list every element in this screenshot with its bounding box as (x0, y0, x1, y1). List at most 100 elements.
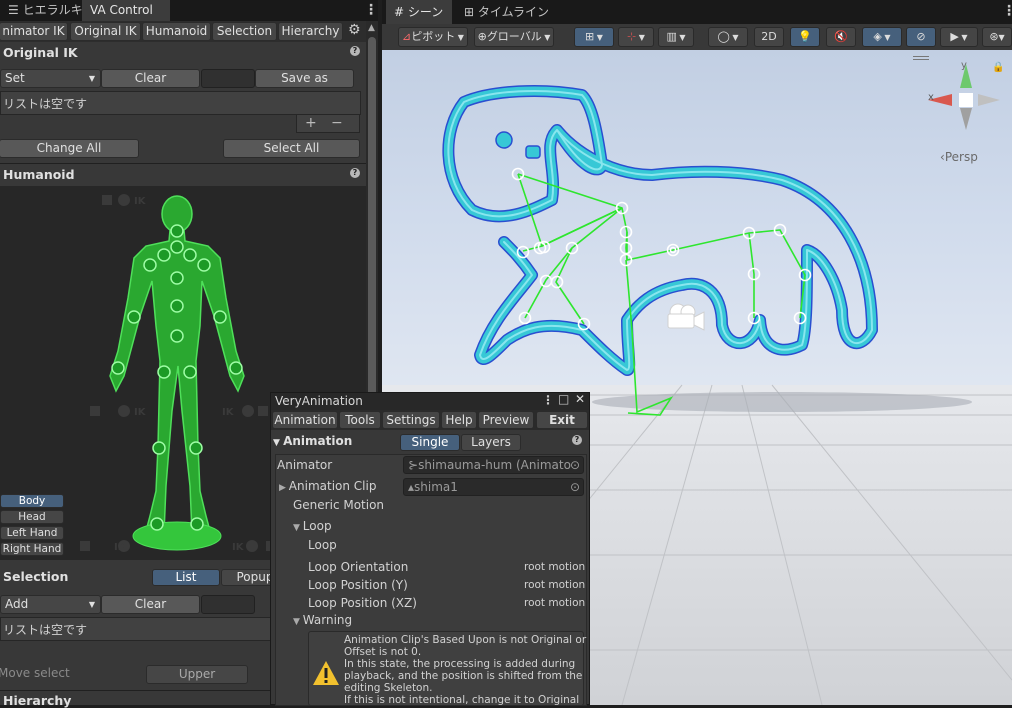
subtab-animator-ik[interactable]: nimator IK (0, 22, 68, 41)
original-ik-save-as-button[interactable]: Save as (255, 69, 354, 88)
dropdown-arrow-icon: ▼ (676, 33, 686, 42)
animation-section-header[interactable]: ▼ Animation (273, 434, 352, 448)
selection-list-button[interactable]: List (152, 569, 220, 586)
scene-visibility-toggle[interactable]: ⊘ (906, 27, 936, 47)
menu-help[interactable]: Help (441, 411, 477, 429)
left-tabbar: ☰ ヒエラルキー VA Control ⋮ (0, 0, 378, 21)
va-window-title: VeryAnimation (275, 394, 363, 408)
subtab-hierarchy[interactable]: Hierarchy (278, 22, 343, 41)
persp-label[interactable]: ‹Persp (940, 150, 978, 164)
hierarchy-title: Hierarchy (3, 693, 72, 708)
change-all-button[interactable]: Change All (0, 139, 139, 158)
gear-icon[interactable]: ⚙ (348, 22, 361, 38)
dropdown-arrow-icon: ▼ (88, 600, 95, 609)
original-ik-clear-button[interactable]: Clear (101, 69, 200, 88)
humanoid-body-button[interactable]: Body (0, 494, 64, 508)
camera-dropdown[interactable]: ▶ ▼ (940, 27, 978, 47)
layers-mode-button[interactable]: Layers (461, 434, 521, 451)
gizmo-x-label: x (928, 92, 934, 103)
exit-button[interactable]: Exit (536, 411, 588, 429)
help-icon[interactable]: ? (350, 168, 360, 178)
gizmo-icon: ⊛ (989, 30, 999, 43)
audio-mute-icon: 🔇 (834, 30, 848, 43)
subtab-selection[interactable]: Selection (212, 22, 277, 41)
animation-clip-field[interactable]: ▴shima1 ⊙ (403, 478, 584, 496)
menu-preview[interactable]: Preview (478, 411, 534, 429)
dropdown-arrow-icon: ▼ (594, 33, 603, 42)
more-options-icon[interactable]: ⋮ (1002, 3, 1012, 19)
add-icon[interactable]: + (305, 115, 317, 131)
generic-motion-label: Generic Motion (293, 498, 385, 512)
foldout-open-icon: ▼ (273, 438, 284, 448)
humanoid-head-button[interactable]: Head (0, 510, 64, 524)
snap-icon: ⊹ (627, 30, 637, 43)
drag-handle[interactable] (913, 56, 929, 60)
global-dropdown[interactable]: ⊕グローバル ▼ (474, 27, 554, 47)
list-icon: ☰ (8, 3, 23, 17)
tab-timeline[interactable]: ⊞ タイムライン (456, 0, 552, 24)
tab-scene[interactable]: # シーン (386, 0, 452, 24)
va-titlebar[interactable]: VeryAnimation ⋮ □ ✕ (271, 392, 589, 410)
foldout-open-icon: ▼ (293, 617, 303, 627)
camera-icon: ▶ (950, 30, 959, 43)
selection-add-dropdown[interactable]: Add ▼ (0, 595, 101, 614)
humanoid-left-hand-button[interactable]: Left Hand (0, 526, 64, 540)
lighting-toggle[interactable]: 💡 (790, 27, 820, 47)
humanoid-right-hand-button[interactable]: Right Hand (0, 542, 64, 556)
original-ik-name-field[interactable] (201, 69, 255, 88)
foldout-closed-icon: ▶ (279, 483, 289, 493)
svg-text:IK: IK (232, 542, 245, 553)
selection-clear-button[interactable]: Clear (101, 595, 200, 614)
grid-icon: ⊞ (585, 30, 595, 43)
remove-icon[interactable]: − (331, 115, 343, 131)
help-icon[interactable]: ? (572, 435, 582, 445)
lock-icon[interactable]: 🔒 (992, 62, 1004, 73)
grid-snap-toggle[interactable]: ⊞ ▼ (574, 27, 614, 47)
original-ik-set-dropdown[interactable]: Set ▼ (0, 69, 101, 88)
loop-orientation-value: root motion (524, 561, 586, 573)
shading-mode-dropdown[interactable]: ◯ ▼ (708, 27, 748, 47)
animator-object-field[interactable]: ⊱shimauma-hum (Animato ⊙ (403, 456, 584, 474)
loop-position-y-value: root motion (524, 579, 586, 591)
animation-clip-label[interactable]: ▶ Animation Clip (279, 479, 376, 493)
selection-title: Selection (3, 569, 69, 584)
tab-va-control[interactable]: VA Control (82, 0, 170, 21)
tab-hierarchy[interactable]: ☰ ヒエラルキー (0, 0, 95, 21)
warning-foldout[interactable]: ▼ Warning (293, 613, 352, 627)
more-options-icon[interactable]: ⋮ (364, 2, 378, 18)
subtab-original-ik[interactable]: Original IK (70, 22, 141, 41)
select-all-button[interactable]: Select All (223, 139, 360, 158)
help-icon[interactable]: ? (350, 46, 360, 56)
pivot-dropdown[interactable]: ⊿ピボット ▼ (398, 27, 468, 47)
animator-icon: ⊱ (408, 458, 419, 472)
scene-gizmo-orientation[interactable]: y x ‹Persp (922, 58, 1002, 170)
pivot-icon: ⊿ (402, 30, 412, 43)
ruler-toggle[interactable]: ▥ ▼ (658, 27, 694, 47)
warning-line-4: playback, and the position is shifted fr… (344, 670, 583, 682)
animator-label: Animator (277, 458, 333, 472)
gizmos-dropdown[interactable]: ⊛▼ (982, 27, 1012, 47)
object-picker-icon[interactable]: ⊙ (570, 479, 580, 495)
menu-animation[interactable]: Animation (272, 411, 338, 429)
maximize-icon[interactable]: □ (558, 392, 569, 406)
gizmo-y-label: y (961, 60, 967, 71)
close-icon[interactable]: ✕ (575, 392, 585, 406)
more-options-icon[interactable]: ⋮ (542, 393, 554, 407)
audio-toggle[interactable]: 🔇 (826, 27, 856, 47)
menu-settings[interactable]: Settings (382, 411, 440, 429)
menu-tools[interactable]: Tools (339, 411, 381, 429)
empty-list-text: リストは空です (3, 623, 88, 637)
scroll-up-icon[interactable]: ▲ (368, 23, 375, 33)
subtab-humanoid[interactable]: Humanoid (142, 22, 211, 41)
increment-snap-toggle[interactable]: ⊹ ▼ (618, 27, 654, 47)
dropdown-arrow-icon: ▼ (88, 74, 95, 83)
move-upper-button[interactable]: Upper (146, 665, 248, 684)
ruler-icon: ▥ (666, 30, 677, 43)
globe-icon: ⊕ (477, 30, 487, 43)
effects-dropdown[interactable]: ◈ ▼ (862, 27, 902, 47)
2d-mode-button[interactable]: 2D (754, 27, 784, 47)
object-picker-icon[interactable]: ⊙ (570, 457, 580, 473)
selection-name-field[interactable] (201, 595, 255, 614)
single-mode-button[interactable]: Single (400, 434, 460, 451)
loop-foldout[interactable]: ▼ Loop (293, 519, 332, 533)
